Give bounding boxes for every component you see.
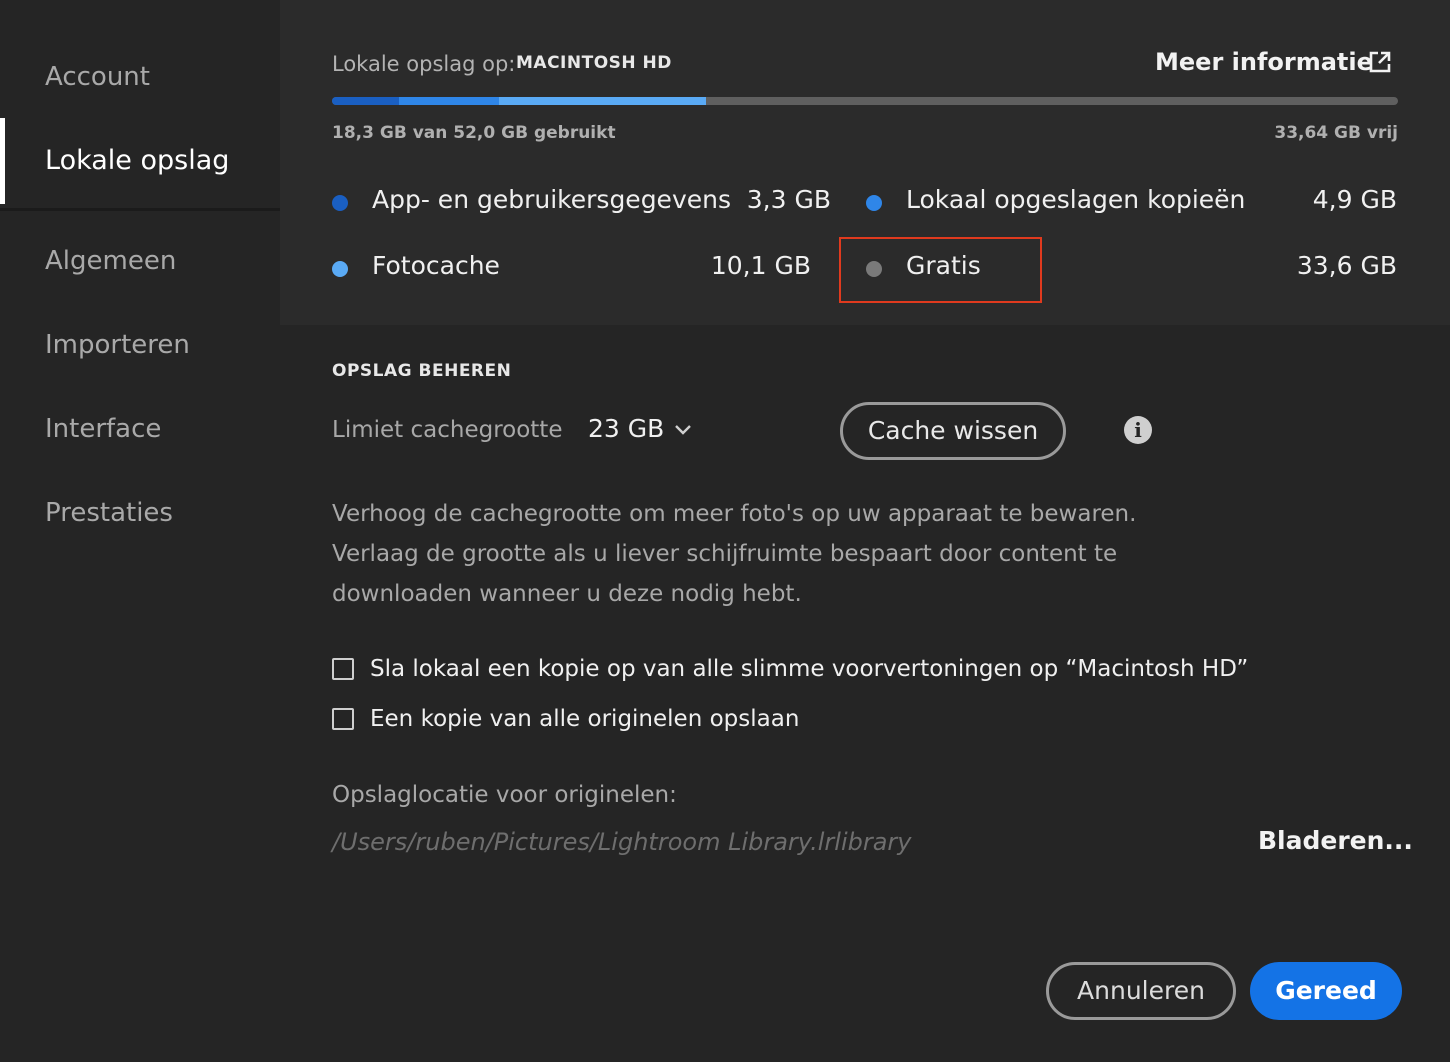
sidebar-divider [0,208,280,211]
sidebar-item-performance[interactable]: Prestaties [45,498,173,528]
legend-value-local-copies: 4,9 GB [1312,185,1397,214]
smart-previews-label: Sla lokaal een kopie op van alle slimme … [370,656,1249,682]
legend-label-local-copies: Lokaal opgeslagen kopieën [906,185,1246,214]
sidebar-item-local-storage[interactable]: Lokale opslag [45,145,229,176]
legend-value-free: 33,6 GB [1296,251,1397,280]
sidebar-item-interface[interactable]: Interface [45,414,161,444]
legend-value-app-data: 3,3 GB [746,185,831,214]
clear-cache-button[interactable]: Cache wissen [840,402,1066,460]
external-link-icon[interactable] [1368,50,1392,74]
disk-name: MACINTOSH HD [516,53,672,73]
more-info-link[interactable]: Meer informatie [1155,48,1373,76]
sidebar-item-account[interactable]: Account [45,62,150,92]
used-storage-text: 18,3 GB van 52,0 GB gebruikt [332,123,616,143]
legend-label-photo-cache: Fotocache [372,251,500,280]
legend-dot-photo-cache [332,261,348,277]
cache-limit-label: Limiet cachegrootte [332,417,563,443]
done-button[interactable]: Gereed [1250,962,1402,1020]
highlight-annotation-box [839,237,1042,303]
sidebar: Account Lokale opslag Algemeen Importere… [0,0,280,910]
legend-value-photo-cache: 10,1 GB [710,251,811,280]
originals-location-label: Opslaglocatie voor originelen: [332,782,677,808]
storage-label: Lokale opslag op: [332,52,516,76]
storage-usage-bar [332,97,1398,105]
chevron-down-icon [675,424,692,435]
free-storage-text: 33,64 GB vrij [1274,123,1398,143]
sidebar-item-import[interactable]: Importeren [45,330,190,360]
usage-bar-photo-cache [499,97,706,105]
active-indicator [0,118,5,204]
legend-dot-app-data [332,195,348,211]
cache-size-dropdown[interactable]: 23 GB [588,414,692,443]
smart-previews-checkbox[interactable] [332,658,354,680]
legend-label-app-data: App- en gebruikersgegevens [372,185,731,214]
cache-size-value: 23 GB [588,414,665,443]
originals-location-path: /Users/ruben/Pictures/Lightroom Library.… [332,828,912,856]
browse-button[interactable]: Bladeren... [1258,826,1413,855]
cache-description: Verhoog de cachegrootte om meer foto's o… [332,501,1137,607]
store-originals-option[interactable]: Een kopie van alle originelen opslaan [332,706,799,732]
cancel-button[interactable]: Annuleren [1046,962,1236,1020]
usage-bar-local-copies [399,97,499,105]
smart-previews-option[interactable]: Sla lokaal een kopie op van alle slimme … [332,656,1248,682]
info-icon[interactable]: i [1124,416,1152,444]
sidebar-item-general[interactable]: Algemeen [45,246,176,276]
store-originals-label: Een kopie van alle originelen opslaan [370,706,800,732]
legend-dot-local-copies [866,195,882,211]
usage-bar-app-data [332,97,399,105]
store-originals-checkbox[interactable] [332,708,354,730]
section-title-manage-storage: OPSLAG BEHEREN [332,361,512,381]
